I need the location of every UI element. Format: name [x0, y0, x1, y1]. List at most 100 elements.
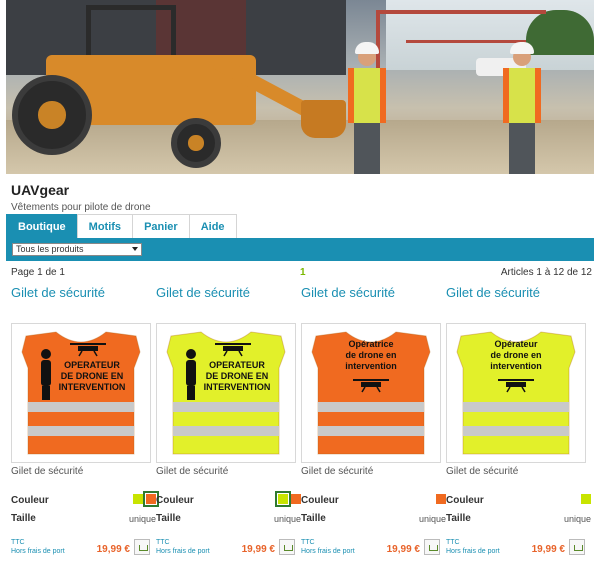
product-title-link[interactable]: Gilet de sécurité [301, 285, 395, 300]
size-value: unique [563, 514, 591, 524]
product-price: 19,99 € [531, 544, 565, 555]
dropdown-arrow-icon [132, 247, 138, 251]
color-swatch[interactable] [436, 494, 446, 504]
tab-motifs[interactable]: Motifs [76, 214, 134, 238]
drone-icon [223, 346, 243, 351]
price-note: TTC Hors frais de port [301, 538, 355, 556]
color-label: Couleur [446, 495, 484, 506]
vest-print-text: OPERATEUR [64, 360, 120, 370]
product-card: Gilet de sécurité OPERATEUR DE DRONE EN IN… [11, 285, 159, 560]
pagination-page-link[interactable]: 1 [300, 267, 306, 278]
color-swatches [436, 494, 446, 504]
ttc-label: TTC [11, 539, 25, 546]
reflective-stripe [318, 402, 424, 412]
drone-pilot-figure [501, 42, 545, 174]
header-banner-photo [6, 0, 594, 174]
page-info: Page 1 de 1 [11, 267, 65, 278]
price-note: TTC Hors frais de port [156, 538, 210, 556]
add-to-cart-icon[interactable] [279, 539, 295, 555]
vest-print-text: DE DRONE EN [61, 371, 124, 381]
size-label: Taille [11, 513, 36, 524]
pilot-silhouette [41, 349, 51, 359]
site-title: UAVgear [11, 182, 70, 198]
ttc-label: TTC [301, 539, 315, 546]
size-value: unique [128, 514, 156, 524]
vest-print-text: de drone en [345, 350, 396, 360]
vest-print-text: INTERVENTION [59, 382, 126, 392]
color-swatch[interactable] [291, 494, 301, 504]
product-price: 19,99 € [241, 544, 275, 555]
drone-icon [361, 382, 381, 387]
product-subtitle: Gilet de sécurité [446, 466, 519, 477]
product-title-link[interactable]: Gilet de sécurité [11, 285, 105, 300]
shipping-note: Hors frais de port [11, 548, 65, 555]
size-value: unique [418, 514, 446, 524]
product-subtitle: Gilet de sécurité [156, 466, 229, 477]
color-swatches [275, 491, 301, 507]
articles-count: Articles 1 à 12 de 12 [500, 267, 592, 278]
product-image[interactable]: Opérateur de drone en intervention [446, 323, 586, 463]
reflective-stripe [318, 426, 424, 436]
pilot-silhouette [186, 349, 196, 359]
reflective-stripe [463, 402, 569, 412]
product-filter-select[interactable]: Tous les produits [12, 243, 142, 256]
add-to-cart-icon[interactable] [569, 539, 585, 555]
vest-print-text: de drone en [490, 350, 541, 360]
tab-boutique[interactable]: Boutique [6, 214, 78, 238]
reflective-stripe [173, 426, 279, 436]
reflective-stripe [173, 402, 279, 412]
color-swatch[interactable] [133, 494, 143, 504]
vest-print-text: INTERVENTION [204, 382, 271, 392]
size-value: unique [273, 514, 301, 524]
product-card: Gilet de sécurité Opératrice de drone en i… [301, 285, 446, 560]
color-label: Couleur [301, 495, 339, 506]
reflective-stripe [28, 402, 134, 412]
product-card: Gilet de sécurité OPERATEUR DE DRONE EN IN… [156, 285, 301, 560]
price-note: TTC Hors frais de port [11, 538, 65, 556]
color-swatches [133, 491, 159, 507]
product-title-link[interactable]: Gilet de sécurité [446, 285, 540, 300]
product-image[interactable]: OPERATEUR DE DRONE EN INTERVENTION [156, 323, 296, 463]
color-label: Couleur [11, 495, 49, 506]
drone-icon [78, 346, 98, 351]
product-subtitle: Gilet de sécurité [301, 466, 374, 477]
shipping-note: Hors frais de port [156, 548, 210, 555]
ttc-label: TTC [446, 539, 460, 546]
reflective-stripe [463, 426, 569, 436]
vest-print-text: Opératrice [348, 339, 393, 349]
size-label: Taille [301, 513, 326, 524]
product-card: Gilet de sécurité Opérateur de drone en in… [446, 285, 591, 560]
product-price: 19,99 € [386, 544, 420, 555]
add-to-cart-icon[interactable] [134, 539, 150, 555]
color-swatch[interactable] [581, 494, 591, 504]
product-price: 19,99 € [96, 544, 130, 555]
size-label: Taille [156, 513, 181, 524]
vest-print-text: Opérateur [494, 339, 538, 349]
vest-print-text: OPERATEUR [209, 360, 265, 370]
product-image[interactable]: OPERATEUR DE DRONE EN INTERVENTION [11, 323, 151, 463]
color-swatches [581, 494, 591, 504]
reflective-stripe [28, 426, 134, 436]
color-swatch[interactable] [275, 491, 291, 507]
ttc-label: TTC [156, 539, 170, 546]
shipping-note: Hors frais de port [301, 548, 355, 555]
shipping-note: Hors frais de port [446, 548, 500, 555]
vest-print-text: intervention [490, 361, 542, 371]
tab-aide[interactable]: Aide [188, 214, 237, 238]
product-filter-value: Tous les produits [16, 244, 84, 254]
product-title-link[interactable]: Gilet de sécurité [156, 285, 250, 300]
filter-bar: Tous les produits [6, 238, 594, 261]
size-label: Taille [446, 513, 471, 524]
product-subtitle: Gilet de sécurité [11, 466, 84, 477]
site-subtitle: Vêtements pour pilote de drone [11, 202, 151, 213]
add-to-cart-icon[interactable] [424, 539, 440, 555]
vest-print-text: DE DRONE EN [206, 371, 269, 381]
color-label: Couleur [156, 495, 194, 506]
drone-icon [506, 382, 526, 387]
tab-panier[interactable]: Panier [132, 214, 190, 238]
product-image[interactable]: Opératrice de drone en intervention [301, 323, 441, 463]
main-tabs: Boutique Motifs Panier Aide [6, 214, 237, 238]
vest-print-text: intervention [345, 361, 397, 371]
drone-pilot-figure [346, 42, 390, 174]
color-swatch[interactable] [143, 491, 159, 507]
